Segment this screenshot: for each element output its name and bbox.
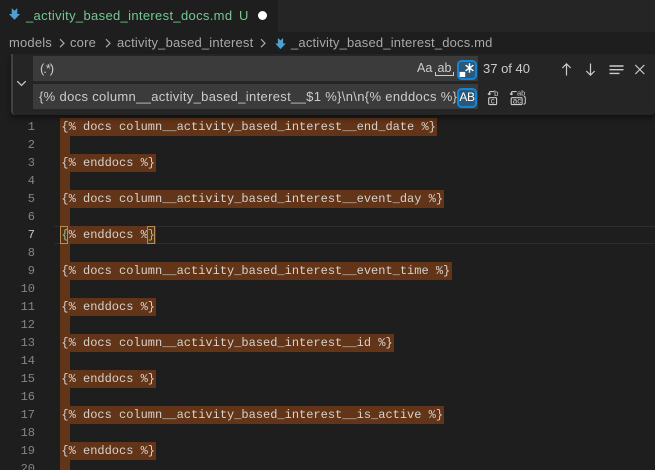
svg-text:c: c (491, 97, 495, 106)
svg-text:ac: ac (513, 97, 521, 106)
svg-text:b: b (494, 89, 499, 98)
